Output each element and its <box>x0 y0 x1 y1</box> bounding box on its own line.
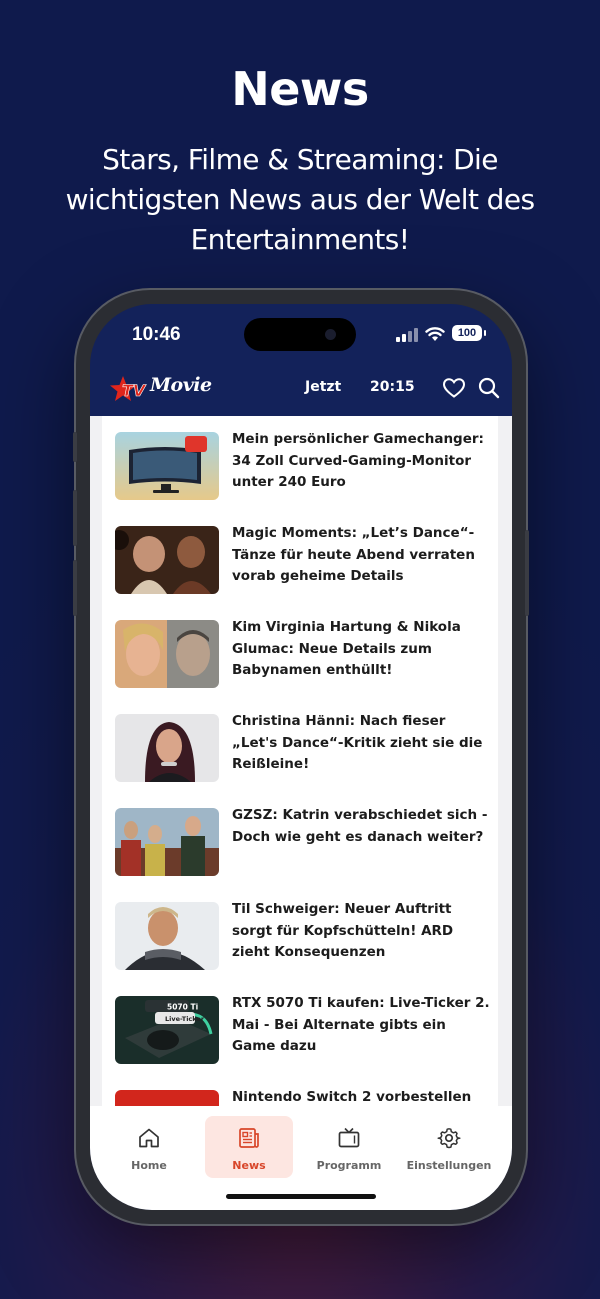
article-thumbnail <box>115 526 219 594</box>
article-headline: Christina Hänni: Nach fieser „Let's Danc… <box>232 713 483 773</box>
article-thumbnail <box>115 902 219 970</box>
tab-label: Programm <box>316 1159 382 1172</box>
news-icon <box>239 1128 259 1148</box>
signal-icon <box>396 328 418 342</box>
article-headline: Kim Virginia Hartung & Nikola Glumac: Ne… <box>232 619 461 679</box>
article-headline: Mein persönlicher Gamechanger: 34 Zoll C… <box>232 431 484 491</box>
search-icon[interactable] <box>477 376 501 400</box>
tv-icon <box>338 1127 360 1148</box>
tab-einstellungen[interactable]: Einstellungen <box>405 1116 493 1178</box>
promo-title: News <box>231 62 369 116</box>
dynamic-island <box>244 318 356 351</box>
article-thumbnail <box>115 1090 219 1106</box>
tab-home[interactable]: Home <box>105 1116 193 1178</box>
logo-text: Movie <box>150 374 212 396</box>
news-item[interactable]: GZSZ: Katrin verabschiedet sich - Doch w… <box>102 802 498 896</box>
phone-screen: 10:46 100 TV Movie Jetzt 20:15 Mein pers… <box>90 304 512 1210</box>
promo-subtitle: Stars, Filme & Streaming: Die wichtigste… <box>65 143 535 256</box>
tab-programm[interactable]: Programm <box>305 1116 393 1178</box>
status-bar: 10:46 100 <box>90 304 512 370</box>
heart-icon[interactable] <box>442 376 466 400</box>
status-time: 10:46 <box>132 324 181 345</box>
tab-label: Home <box>131 1159 167 1172</box>
thumb-label-gpu: 5070 Ti <box>167 1003 198 1012</box>
home-indicator[interactable] <box>226 1194 376 1199</box>
article-headline: RTX 5070 Ti kaufen: Live-Ticker 2. Mai -… <box>232 995 490 1055</box>
tab-news[interactable]: News <box>205 1116 293 1178</box>
nav-2015[interactable]: 20:15 <box>370 379 415 395</box>
article-headline: Magic Moments: „Let’s Dance“-Tänze für h… <box>232 525 475 585</box>
tv-movie-logo[interactable]: TV Movie <box>110 372 220 408</box>
news-item[interactable]: Mein persönlicher Gamechanger: 34 Zoll C… <box>102 426 498 520</box>
article-thumbnail <box>115 432 219 500</box>
app-header: TV Movie Jetzt 20:15 <box>90 370 512 416</box>
svg-text:TV: TV <box>122 381 147 400</box>
gear-icon <box>437 1128 461 1149</box>
wifi-icon <box>425 327 445 341</box>
article-headline: Nintendo Switch 2 vorbestellen <box>232 1089 472 1105</box>
news-item[interactable]: Christina Hänni: Nach fieser „Let's Danc… <box>102 708 498 802</box>
article-thumbnail <box>115 620 219 688</box>
article-thumbnail <box>115 714 219 782</box>
article-headline: GZSZ: Katrin verabschiedet sich - Doch w… <box>232 807 488 845</box>
news-list: Mein persönlicher Gamechanger: 34 Zoll C… <box>102 416 498 1106</box>
home-icon <box>139 1128 159 1148</box>
article-thumbnail <box>115 808 219 876</box>
phone-side-button <box>73 560 77 616</box>
news-item[interactable]: 5070 Ti Live-Ticker RTX 5070 Ti kaufen: … <box>102 990 498 1084</box>
tab-label: Einstellungen <box>406 1159 492 1172</box>
article-thumbnail: 5070 Ti Live-Ticker <box>115 996 219 1064</box>
phone-side-button <box>73 432 77 462</box>
news-item[interactable]: Kim Virginia Hartung & Nikola Glumac: Ne… <box>102 614 498 708</box>
phone-side-button <box>525 530 529 616</box>
news-item[interactable]: Nintendo Switch 2 vorbestellen <box>102 1084 498 1106</box>
news-item[interactable]: Til Schweiger: Neuer Auftritt sorgt für … <box>102 896 498 990</box>
news-item[interactable]: Magic Moments: „Let’s Dance“-Tänze für h… <box>102 520 498 614</box>
tab-label: News <box>232 1159 266 1172</box>
nav-jetzt[interactable]: Jetzt <box>305 379 341 395</box>
article-headline: Til Schweiger: Neuer Auftritt sorgt für … <box>232 901 454 961</box>
news-feed: Mein persönlicher Gamechanger: 34 Zoll C… <box>90 416 512 1106</box>
phone-side-button <box>73 490 77 546</box>
battery-indicator: 100 <box>452 325 486 341</box>
thumb-label-ticker: Live-Ticker <box>165 1015 205 1023</box>
